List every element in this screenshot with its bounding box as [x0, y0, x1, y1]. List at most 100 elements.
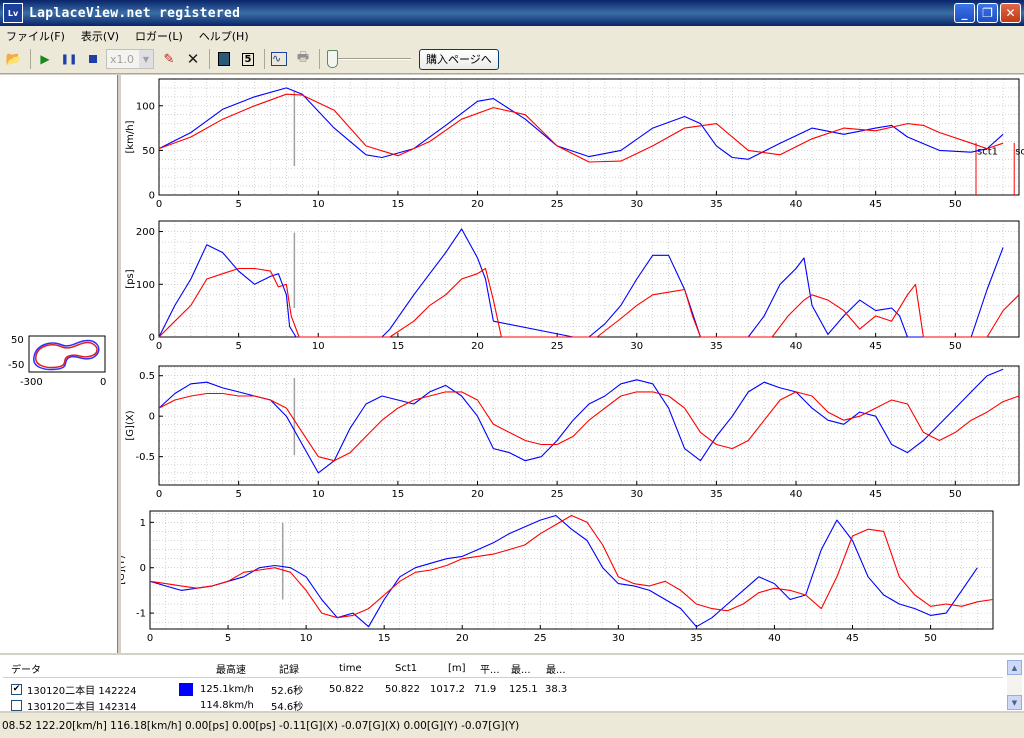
toolbar-separator [209, 49, 210, 69]
y-tick-label: 0 [149, 333, 155, 344]
x-tick-label: 35 [710, 489, 723, 500]
telemetry-charts[interactable]: [km/h]05010005101520253035404550sct1sct[… [121, 75, 1024, 653]
track-minimap[interactable]: 50 -50 -300 0 [0, 75, 118, 653]
col-header-data[interactable]: データ [11, 661, 41, 676]
scroll-down-icon[interactable]: ▼ [1007, 695, 1022, 710]
x-tick-label: 10 [312, 199, 325, 210]
y-axis-label: [km/h] [125, 120, 136, 153]
graph-button[interactable]: ∿ [268, 48, 290, 70]
header-divider [3, 677, 1003, 678]
play-icon: ▶ [40, 52, 50, 66]
x-tick-label: 30 [630, 489, 643, 500]
x-tick-label: 30 [612, 633, 625, 644]
close-button[interactable]: ✕ [1000, 3, 1021, 23]
sector-five-icon: 5 [241, 52, 255, 66]
row-name: 130120二本目 142314 [27, 701, 137, 713]
y-tick-label: 0 [140, 563, 146, 574]
row-checkbox[interactable] [11, 699, 22, 711]
x-tick-label: 40 [768, 633, 781, 644]
charts-pane: [km/h]05010005101520253035404550sct1sct[… [121, 75, 1024, 653]
x-tick-label: 15 [392, 341, 405, 352]
y-tick-label: 0 [149, 191, 155, 202]
export-button[interactable] [213, 48, 235, 70]
row-checkbox[interactable]: ✔ [11, 683, 22, 695]
x-tick-label: 40 [790, 489, 803, 500]
printer-icon: 🖶 [296, 50, 310, 65]
maximize-button[interactable]: ❐ [977, 3, 998, 23]
pen-icon: ✎ [163, 51, 175, 67]
x-tick-label: 40 [790, 341, 803, 352]
slider-thumb[interactable] [327, 50, 338, 68]
col-header-sct1[interactable]: Sct1 [395, 663, 417, 674]
window-title: LaplaceView.net registered [29, 5, 241, 21]
x-tick-label: 50 [949, 341, 962, 352]
col-header-average[interactable]: 平... [480, 661, 500, 676]
x-tick-label: 40 [790, 199, 803, 210]
menu-file[interactable]: ファイル(F) [6, 28, 65, 44]
pause-button[interactable]: ❚❚ [58, 48, 80, 70]
col-header-time[interactable]: time [339, 663, 362, 674]
line-chart-icon: ∿ [271, 52, 287, 66]
data-table: データ 最高速 記録 time Sct1 [m] 平... 最... 最... … [0, 653, 1024, 713]
menu-view[interactable]: 表示(V) [81, 28, 119, 44]
scroll-track[interactable] [1007, 675, 1022, 695]
toolbar-separator [319, 49, 320, 69]
playback-slider[interactable] [325, 48, 413, 70]
scroll-up-icon[interactable]: ▲ [1007, 660, 1022, 675]
export-icon [218, 52, 230, 66]
minimize-button[interactable]: _ [954, 3, 975, 23]
marker-button[interactable]: ✎ [158, 48, 180, 70]
slider-track [329, 58, 411, 60]
open-folder-button[interactable]: 📂 [3, 48, 25, 70]
col-header-max[interactable]: 最... [511, 661, 531, 676]
sector-button[interactable]: 5 [237, 48, 259, 70]
x-tick-label: 45 [869, 341, 882, 352]
minimap-xtick: 0 [100, 377, 106, 388]
x-tick-label: 20 [471, 489, 484, 500]
col-header-record[interactable]: 記録 [279, 661, 299, 676]
pause-icon: ❚❚ [60, 53, 78, 65]
minimap-ytick: 50 [11, 335, 24, 346]
playback-speed-select[interactable]: x1.0 ▼ [106, 49, 154, 69]
delete-button[interactable]: ✕ [182, 48, 204, 70]
minimap-xtick: -300 [20, 377, 43, 388]
row-record: 54.6秒 [271, 701, 304, 713]
col-header-min[interactable]: 最... [546, 661, 566, 676]
col-header-distance[interactable]: [m] [448, 663, 466, 674]
col-header-max-speed[interactable]: 最高速 [216, 661, 246, 676]
y-tick-label: 50 [142, 146, 155, 157]
row-max-speed: 114.8km/h [200, 699, 254, 711]
row-color-swatch[interactable] [179, 682, 193, 696]
table-row[interactable]: ✔ 130120二本目 142224 125.1km/h 52.6秒 50.82… [3, 681, 1003, 697]
x-tick-label: 5 [235, 341, 241, 352]
y-tick-label: 0.5 [139, 371, 155, 382]
y-tick-label: 100 [136, 280, 155, 291]
x-tick-label: 15 [392, 489, 405, 500]
row-max-speed: 125.1km/h [200, 683, 254, 695]
row-average: 71.9 [474, 683, 497, 695]
menu-help[interactable]: ヘルプ(H) [199, 28, 249, 44]
x-tick-label: 25 [551, 341, 564, 352]
table-row[interactable]: 130120二本目 142314 114.8km/h 54.6秒 [3, 697, 1003, 713]
status-bar: 08.52 122.20[km/h] 116.18[km/h] 0.00[ps]… [0, 713, 1024, 738]
y-tick-label: -0.5 [135, 452, 155, 463]
row-max: 125.1 [509, 683, 538, 695]
folder-icon: 📂 [5, 51, 23, 67]
buy-page-button[interactable]: 購入ページへ [419, 48, 499, 70]
x-tick-label: 10 [312, 489, 325, 500]
y-tick-label: 200 [136, 227, 155, 238]
x-tick-label: 35 [710, 341, 723, 352]
series-line-blue [158, 228, 1004, 338]
x-tick-label: 0 [147, 633, 153, 644]
y-tick-label: 100 [136, 101, 155, 112]
row-record: 52.6秒 [271, 685, 304, 697]
print-button[interactable]: 🖶 [292, 48, 314, 70]
stop-button[interactable] [82, 48, 104, 70]
menu-logger[interactable]: ロガー(L) [135, 28, 183, 44]
row-min: 38.3 [545, 683, 568, 695]
window-controls: _ ❐ ✕ [954, 3, 1021, 23]
y-tick-label: 0 [149, 412, 155, 423]
table-scrollbar[interactable]: ▲ ▼ [1007, 660, 1022, 710]
x-tick-label: 30 [630, 341, 643, 352]
play-button[interactable]: ▶ [34, 48, 56, 70]
